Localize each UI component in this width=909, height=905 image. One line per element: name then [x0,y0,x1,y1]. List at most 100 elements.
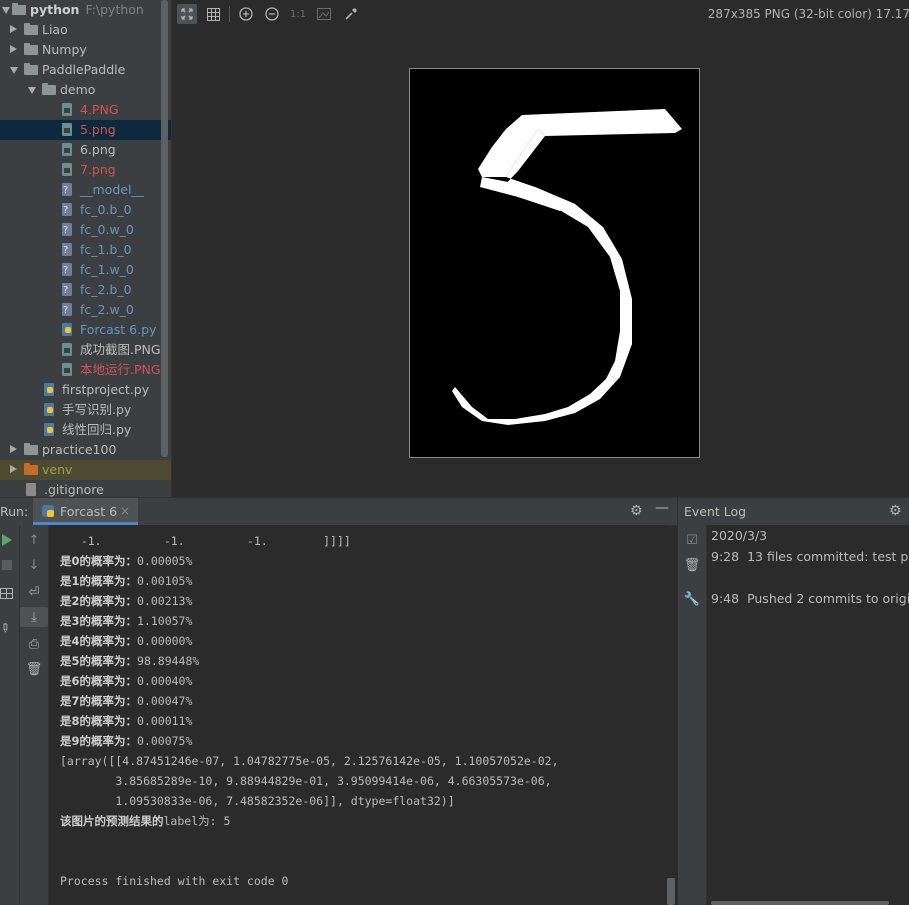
folder-icon [42,83,56,95]
unknown-file-icon [62,261,72,281]
tree-item[interactable]: fc_1.b_0 [0,240,171,261]
event-log-entry: 9:28 13 files committed: test paddle [711,549,909,564]
console-line: Process finished with exit code 0 [60,871,288,891]
stop-icon[interactable] [2,560,12,570]
trash-icon[interactable]: 🗑 [20,659,48,679]
console-line: 是6的概率为：0.00040% [60,671,192,691]
chevron-right-icon[interactable] [10,45,17,53]
tree-item[interactable]: demo [0,80,171,100]
tree-item[interactable]: .gitignore [0,480,171,497]
tree-root-python[interactable]: python F:\python [0,0,171,20]
actual-size-button[interactable]: 1:1 [288,4,308,24]
tree-item-label: Liao [42,22,68,37]
console-line-text: 0.00047% [137,694,193,708]
tree-item[interactable]: fc_2.w_0 [0,300,171,321]
event-log-date: 2020/3/3 [711,528,768,543]
zoom-in-icon[interactable] [236,4,256,24]
tree-item[interactable]: 成功截图.PNG [0,340,171,360]
handwritten-digit-image [410,69,699,457]
tree-item[interactable]: fc_0.b_0 [0,200,171,221]
chevron-down-icon[interactable] [28,87,36,94]
tree-item[interactable]: Numpy [0,40,171,60]
event-message-link[interactable]: Pushed 2 commits to origin/m [747,591,909,606]
toolbar-separator [229,6,230,22]
tree-item-label: Numpy [42,42,87,57]
tree-item[interactable]: fc_0.w_0 [0,220,171,241]
tree-item[interactable]: venv [0,460,171,480]
event-message-link[interactable]: 13 files committed: test paddle [747,549,909,564]
scroll-to-end-icon[interactable]: ⤓ [20,607,48,627]
tree-item[interactable]: fc_1.w_0 [0,260,171,281]
tree-item[interactable]: firstproject.py [0,380,171,400]
folder-icon [24,23,38,35]
python-file-icon [62,323,72,336]
tree-item[interactable]: 5.png [0,120,171,140]
arrow-down-icon[interactable]: ↓ [20,555,48,575]
console-line: 是1的概率为：0.00105% [60,571,192,591]
unknown-file-icon [62,301,72,321]
console-scrollbar[interactable] [667,878,675,905]
tree-item[interactable]: 本地运行.PNG [0,360,171,380]
folder-icon [12,3,26,15]
run-console-toolbar: ↑ ↓ ⏎ ⤓ ⎙ 🗑 [20,525,49,905]
event-log-entry: 9:48 Pushed 2 commits to origin/m [711,591,909,606]
tree-item[interactable]: 线性回归.py [0,420,171,440]
mark-read-icon[interactable]: ☑ [678,530,706,550]
image-viewer: 1:1 287x385 PNG (32-bit color) 17.17 [171,0,909,497]
pin-icon[interactable]: ✎ [0,619,14,636]
tree-item[interactable]: Forcast 6.py [0,320,171,340]
tree-item-label: fc_0.w_0 [80,222,134,237]
zoom-out-icon[interactable] [262,4,282,24]
tree-item[interactable]: Liao [0,20,171,40]
console-line: 是2的概率为：0.00213% [60,591,192,611]
chevron-right-icon[interactable] [10,445,17,453]
grid-icon[interactable] [203,4,223,24]
close-icon[interactable]: × [120,504,130,518]
console-line-text: 0.00005% [137,554,193,568]
tree-item[interactable]: 7.png [0,160,171,180]
tree-item[interactable]: fc_2.b_0 [0,280,171,301]
wrench-icon[interactable]: 🔧 [678,589,706,609]
tree-scrollbar[interactable] [161,0,168,457]
tree-item[interactable]: 手写识别.py [0,400,171,420]
tree-item-label: fc_0.b_0 [80,202,132,217]
gear-icon[interactable]: ⚙ [630,503,643,519]
tree-item[interactable]: __model__ [0,180,171,201]
print-icon[interactable]: ⎙ [20,634,48,654]
tree-item[interactable]: 6.png [0,140,171,160]
console-line-text: 1.09530833e-06, 7.48582352e-06]], dtype=… [60,794,455,808]
chevron-down-icon[interactable] [10,67,18,74]
run-tab-forcast6[interactable]: Forcast 6 × [33,498,138,525]
layout-icon[interactable] [0,587,13,599]
event-log-hscrollbar[interactable] [711,901,889,905]
event-time: 9:28 [711,549,740,564]
chevron-right-icon[interactable] [10,465,17,473]
console-line-prefix: 是5的概率为： [60,654,138,668]
console-line: 该图片的预测结果的label为: 5 [60,811,230,831]
chevron-down-icon[interactable] [2,7,10,14]
tree-item[interactable]: 4.PNG [0,100,171,120]
console-output[interactable]: -1. -1. -1. ]]]] 是0的概率为：0.00005% 是1的概率为：0.… [49,525,667,905]
tree-item-label: 6.png [80,142,116,157]
image-info: 287x385 PNG (32-bit color) 17.17 [707,7,909,21]
tree-item[interactable]: practice100 [0,440,171,460]
tree-item-label: firstproject.py [62,382,150,397]
tree-item[interactable]: PaddlePaddle [0,60,171,80]
arrow-up-icon[interactable]: ↑ [20,530,48,550]
project-tree: python F:\python Liao Numpy PaddlePaddle dem… [0,0,171,497]
fit-zoom-icon[interactable] [177,4,197,24]
color-picker-icon[interactable] [341,4,361,24]
tree-item-label: 本地运行.PNG [80,362,161,377]
minimize-icon[interactable]: — [655,500,669,516]
console-line: 是0的概率为：0.00005% [60,551,192,571]
folder-icon [24,443,38,455]
console-line-prefix: 是1的概率为： [60,574,138,588]
background-icon[interactable] [314,4,334,24]
unknown-file-icon [62,241,72,261]
trash-icon[interactable]: 🗑 [678,555,706,575]
chevron-right-icon[interactable] [10,25,17,33]
gear-icon[interactable]: ⚙ [889,503,902,519]
soft-wrap-icon[interactable]: ⏎ [20,582,48,602]
rerun-icon[interactable] [2,534,12,546]
console-line-text: 0.00011% [137,714,193,728]
